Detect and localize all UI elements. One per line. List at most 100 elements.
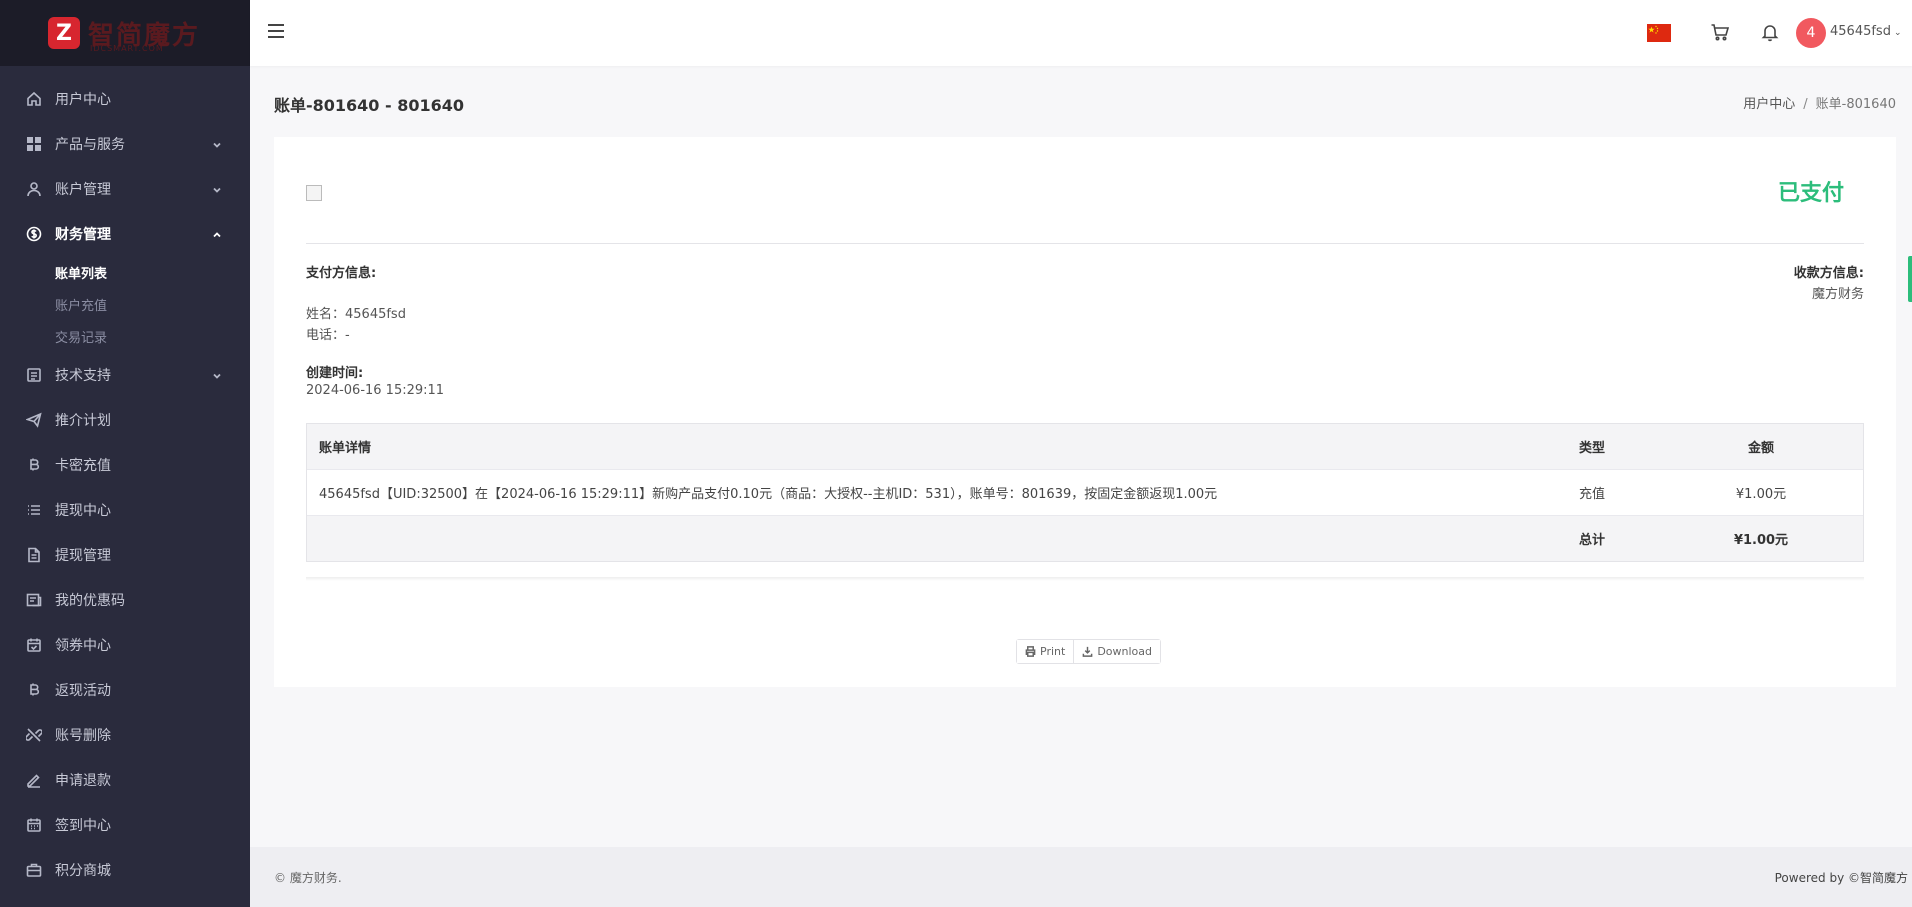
sidebar-item-label: 账户管理	[55, 181, 111, 198]
sidebar-item-label: 返现活动	[55, 682, 111, 699]
sidebar-item-label: 领券中心	[55, 637, 111, 654]
print-button[interactable]: Print	[1017, 640, 1074, 663]
created-time-title: 创建时间:	[306, 366, 364, 381]
sidebar-item-label: 用户中心	[55, 91, 111, 108]
link-broken-icon	[25, 726, 43, 744]
notification-badge[interactable]: 4	[1796, 18, 1826, 48]
sidebar-item-label: 积分商城	[55, 862, 111, 879]
divider	[306, 243, 1864, 244]
sidebar-item-label: 签到中心	[55, 817, 111, 834]
download-button[interactable]: Download	[1073, 640, 1160, 663]
sidebar-item-delete-account[interactable]: 账号删除	[0, 712, 250, 757]
pen-icon	[25, 771, 43, 789]
sidebar-subitem-recharge[interactable]: 账户充值	[0, 288, 250, 320]
download-label: Download	[1097, 645, 1152, 658]
sidebar-item-label: 我的优惠码	[55, 592, 125, 609]
bitcoin-icon	[25, 456, 43, 474]
table-header-row: 账单详情 类型 金额	[307, 424, 1863, 470]
cart-icon[interactable]	[1710, 22, 1730, 42]
sidebar-item-account[interactable]: 账户管理	[0, 166, 250, 211]
logo-subtext: IDCSMART.COM	[90, 44, 164, 53]
sidebar-item-coupons[interactable]: 我的优惠码	[0, 577, 250, 622]
row-detail: 45645fsd【UID:32500】在【2024-06-16 15:29:11…	[307, 469, 1525, 516]
user-menu[interactable]: 45645fsd ⌄	[1830, 24, 1902, 39]
sidebar-item-label: 账号删除	[55, 727, 111, 744]
payer-info-title: 支付方信息:	[306, 266, 377, 281]
sidebar-item-label: 财务管理	[55, 226, 111, 243]
payer-phone: 电话：-	[306, 328, 350, 343]
broken-image-icon	[306, 185, 322, 201]
footer-copyright: © 魔方财务.	[274, 871, 342, 885]
invoice-card: 已支付 支付方信息: 姓名：45645fsd 电话：- 创建时间: 2024-0…	[274, 137, 1896, 687]
dollar-icon	[25, 225, 43, 243]
column-header-amount: 金额	[1747, 441, 1774, 456]
sidebar-item-coupon-center[interactable]: 领券中心	[0, 622, 250, 667]
shop-icon	[25, 861, 43, 879]
payee-name: 魔方财务	[1811, 287, 1864, 302]
top-bar: 4 45645fsd ⌄	[250, 0, 1912, 66]
language-flag-icon[interactable]	[1647, 24, 1671, 42]
sidebar-item-label: 技术支持	[55, 367, 111, 384]
chevron-down-icon	[212, 138, 222, 148]
file-icon	[25, 546, 43, 564]
sidebar-item-support[interactable]: 技术支持	[0, 352, 250, 397]
sidebar-item-points-mall[interactable]: 积分商城	[0, 847, 250, 892]
column-header-detail: 账单详情	[319, 441, 372, 456]
sidebar-item-user-center[interactable]: 用户中心	[0, 76, 250, 121]
breadcrumb: 用户中心 / 账单-801640	[1743, 93, 1896, 112]
sidebar-item-label: 卡密充值	[55, 457, 111, 474]
sidebar-item-card-recharge[interactable]: 卡密充值	[0, 442, 250, 487]
sidebar-subitem-invoices[interactable]: 账单列表	[0, 256, 250, 288]
sidebar-item-cashback[interactable]: 返现活动	[0, 667, 250, 712]
invoice-actions: Print Download	[1016, 639, 1161, 664]
logo-mark: Z	[48, 17, 80, 49]
sidebar-item-label: 申请退款	[55, 772, 111, 789]
sidebar-item-withdraw-center[interactable]: 提现中心	[0, 487, 250, 532]
sidebar-item-label: 提现中心	[55, 502, 111, 519]
finance-submenu: 账单列表 账户充值 交易记录	[0, 256, 250, 352]
footer: © 魔方财务. Powered by ©智简魔方	[250, 847, 1912, 907]
side-edge-tab[interactable]	[1908, 256, 1912, 302]
footer-powered-by[interactable]: Powered by ©智简魔方	[1775, 869, 1908, 886]
bitcoin-icon	[25, 681, 43, 699]
calendar-icon	[25, 816, 43, 834]
home-icon	[25, 90, 43, 108]
breadcrumb-home-link[interactable]: 用户中心	[1743, 97, 1795, 112]
payee-info-title: 收款方信息:	[1793, 266, 1864, 281]
sidebar-item-products[interactable]: 产品与服务	[0, 121, 250, 166]
sidebar-item-referral[interactable]: 推介计划	[0, 397, 250, 442]
total-label: 总计	[1525, 515, 1659, 561]
bell-icon[interactable]	[1760, 22, 1780, 42]
chevron-down-icon: ⌄	[1893, 28, 1902, 38]
sidebar-menu: 用户中心 产品与服务 账户管理 财务管理 账单列表 账户充值 交易记录 技术支持	[0, 66, 250, 892]
total-amount: ¥1.00元	[1659, 515, 1863, 561]
column-header-type: 类型	[1578, 441, 1605, 456]
send-icon	[25, 411, 43, 429]
invoice-table: 账单详情 类型 金额 45645fsd【UID:32500】在【2024-06-…	[306, 423, 1864, 562]
download-icon	[1082, 646, 1093, 657]
breadcrumb-separator: /	[1803, 97, 1808, 112]
grid-icon	[25, 135, 43, 153]
sidebar-item-label: 产品与服务	[55, 136, 125, 153]
total-spacer	[307, 515, 1525, 561]
sidebar-item-label: 提现管理	[55, 547, 111, 564]
page-title: 账单-801640 - 801640	[274, 96, 465, 115]
table-total-row: 总计 ¥1.00元	[307, 515, 1863, 561]
sidebar-subitem-transactions[interactable]: 交易记录	[0, 320, 250, 352]
print-label: Print	[1040, 645, 1066, 658]
chevron-down-icon	[212, 369, 222, 379]
menu-toggle-icon[interactable]	[268, 24, 284, 38]
chevron-down-icon	[212, 183, 222, 193]
sidebar-item-refund[interactable]: 申请退款	[0, 757, 250, 802]
created-time-value: 2024-06-16 15:29:11	[306, 383, 445, 398]
calendar-check-icon	[25, 636, 43, 654]
logo-area[interactable]: Z 智简魔方 IDCSMART.COM	[0, 0, 250, 66]
ticket-icon	[25, 366, 43, 384]
row-amount: ¥1.00元	[1659, 469, 1863, 516]
sidebar-item-withdraw-manage[interactable]: 提现管理	[0, 532, 250, 577]
sidebar-item-finance[interactable]: 财务管理	[0, 211, 250, 256]
username-label: 45645fsd	[1830, 24, 1891, 39]
card-shadow-divider	[306, 577, 1864, 581]
sidebar-item-checkin[interactable]: 签到中心	[0, 802, 250, 847]
sidebar: Z 智简魔方 IDCSMART.COM 用户中心 产品与服务 账户管理 财务管理…	[0, 0, 250, 907]
